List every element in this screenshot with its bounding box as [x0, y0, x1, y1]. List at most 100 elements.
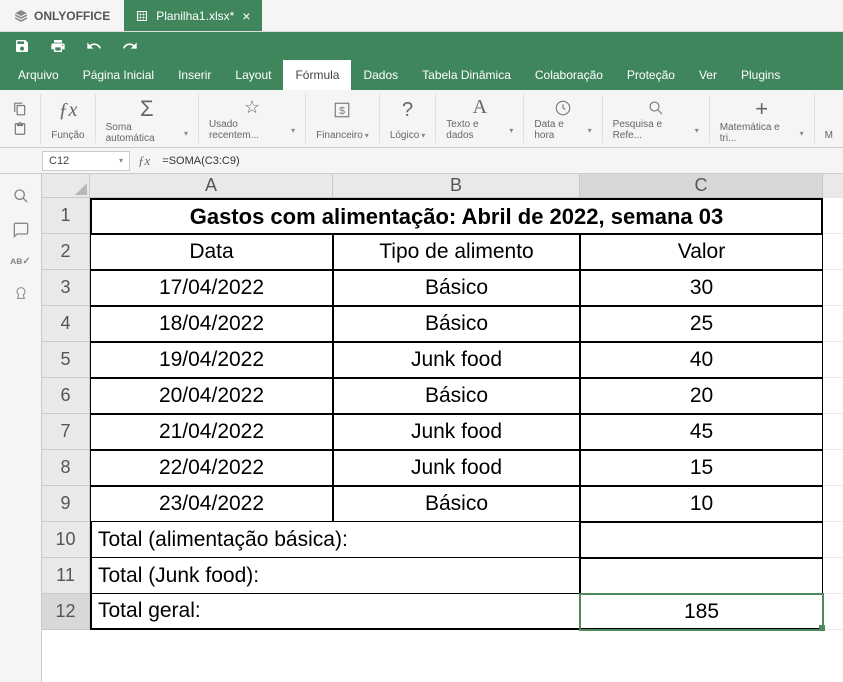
spellcheck-icon[interactable]: ᴀʙ✓: [10, 256, 30, 267]
cell-A7[interactable]: 21/04/2022: [90, 414, 333, 450]
row-header-6[interactable]: 6: [42, 378, 90, 414]
sigma-icon: Σ: [140, 96, 154, 122]
cell-blank[interactable]: [823, 306, 843, 342]
cell-blank[interactable]: [823, 450, 843, 486]
copy-icon[interactable]: [12, 102, 28, 116]
cell-blank[interactable]: [823, 594, 843, 630]
sheet[interactable]: A B C 1 Gastos com alimentação: Abril de…: [42, 174, 843, 682]
close-icon[interactable]: ×: [242, 8, 250, 24]
chevron-down-icon[interactable]: ▾: [119, 156, 123, 165]
cell-A2[interactable]: Data: [90, 234, 333, 270]
cell-blank[interactable]: [823, 486, 843, 522]
cell-B2[interactable]: Tipo de alimento: [333, 234, 580, 270]
cell-C5[interactable]: 40: [580, 342, 823, 378]
row-header-5[interactable]: 5: [42, 342, 90, 378]
cell-C10[interactable]: [580, 522, 823, 558]
menu-plugins[interactable]: Plugins: [729, 60, 792, 90]
cell-C12[interactable]: 185: [580, 594, 823, 630]
ribbon-texto[interactable]: A Texto e dados▾: [436, 94, 524, 143]
cell-B6[interactable]: Básico: [333, 378, 580, 414]
cell-blank[interactable]: [823, 198, 843, 234]
redo-icon[interactable]: [122, 38, 138, 54]
menu-inserir[interactable]: Inserir: [166, 60, 223, 90]
ribbon-logico[interactable]: ? Lógico▾: [380, 94, 436, 143]
row-header-4[interactable]: 4: [42, 306, 90, 342]
menu-tabela-dinamica[interactable]: Tabela Dinâmica: [410, 60, 523, 90]
row-header-7[interactable]: 7: [42, 414, 90, 450]
name-box[interactable]: C12 ▾: [42, 151, 130, 171]
cell-B4[interactable]: Básico: [333, 306, 580, 342]
col-header-B[interactable]: B: [333, 174, 580, 198]
cell-B3[interactable]: Básico: [333, 270, 580, 306]
cell-blank[interactable]: [823, 234, 843, 270]
cell-title[interactable]: Gastos com alimentação: Abril de 2022, s…: [90, 198, 823, 234]
cell-blank[interactable]: [823, 342, 843, 378]
row-header-2[interactable]: 2: [42, 234, 90, 270]
col-header-A[interactable]: A: [90, 174, 333, 198]
comments-icon[interactable]: [13, 222, 29, 238]
cell-A6[interactable]: 20/04/2022: [90, 378, 333, 414]
menu-colaboracao[interactable]: Colaboração: [523, 60, 615, 90]
document-tab[interactable]: Planilha1.xlsx* ×: [124, 0, 262, 31]
menu-formula[interactable]: Fórmula: [283, 60, 351, 90]
print-icon[interactable]: [50, 38, 66, 54]
cell-C9[interactable]: 10: [580, 486, 823, 522]
row-header-9[interactable]: 9: [42, 486, 90, 522]
cell-blank[interactable]: [823, 270, 843, 306]
cell-A4[interactable]: 18/04/2022: [90, 306, 333, 342]
cell-A10[interactable]: Total (alimentação básica):: [90, 522, 580, 558]
search-icon[interactable]: [13, 188, 29, 204]
row-header-3[interactable]: 3: [42, 270, 90, 306]
cell-blank[interactable]: [823, 414, 843, 450]
menu-layout[interactable]: Layout: [223, 60, 283, 90]
cell-C6[interactable]: 20: [580, 378, 823, 414]
feedback-icon[interactable]: [13, 285, 29, 301]
ribbon-recente[interactable]: ☆ Usado recentem...▾: [199, 94, 306, 143]
cell-blank[interactable]: [823, 378, 843, 414]
cell-A8[interactable]: 22/04/2022: [90, 450, 333, 486]
cell-B8[interactable]: Junk food: [333, 450, 580, 486]
row-header-12[interactable]: 12: [42, 594, 90, 630]
cell-C4[interactable]: 25: [580, 306, 823, 342]
cell-A9[interactable]: 23/04/2022: [90, 486, 333, 522]
ribbon-logico-label: Lógico: [390, 130, 419, 141]
save-icon[interactable]: [14, 38, 30, 54]
menu-protecao[interactable]: Proteção: [615, 60, 687, 90]
row-header-1[interactable]: 1: [42, 198, 90, 234]
ribbon-soma[interactable]: Σ Soma automática▾: [96, 94, 199, 143]
ribbon-financeiro[interactable]: $ Financeiro▾: [306, 94, 380, 143]
row-header-10[interactable]: 10: [42, 522, 90, 558]
cell-C11[interactable]: [580, 558, 823, 594]
cell-blank[interactable]: [823, 558, 843, 594]
fx-icon[interactable]: ƒx: [130, 153, 158, 169]
ribbon-matematica[interactable]: + Matemática e tri...▾: [710, 94, 815, 143]
col-header-blank[interactable]: [823, 174, 843, 198]
cell-C8[interactable]: 15: [580, 450, 823, 486]
col-header-C[interactable]: C: [580, 174, 823, 198]
cell-B5[interactable]: Junk food: [333, 342, 580, 378]
cell-blank[interactable]: [823, 522, 843, 558]
row-header-11[interactable]: 11: [42, 558, 90, 594]
menu-ver[interactable]: Ver: [687, 60, 729, 90]
ribbon-data[interactable]: Data e hora▾: [524, 94, 602, 143]
cell-B9[interactable]: Básico: [333, 486, 580, 522]
cell-A11[interactable]: Total (Junk food):: [90, 558, 580, 594]
cell-C2[interactable]: Valor: [580, 234, 823, 270]
cell-A5[interactable]: 19/04/2022: [90, 342, 333, 378]
ribbon-funcao[interactable]: ƒx Função: [41, 94, 95, 143]
ribbon-more[interactable]: M: [815, 94, 843, 143]
cell-C7[interactable]: 45: [580, 414, 823, 450]
select-all-corner[interactable]: [42, 174, 90, 198]
row-header-8[interactable]: 8: [42, 450, 90, 486]
cell-C3[interactable]: 30: [580, 270, 823, 306]
cell-A12[interactable]: Total geral:: [90, 594, 580, 630]
cell-B7[interactable]: Junk food: [333, 414, 580, 450]
menu-dados[interactable]: Dados: [351, 60, 410, 90]
cell-A3[interactable]: 17/04/2022: [90, 270, 333, 306]
undo-icon[interactable]: [86, 38, 102, 54]
ribbon-pesquisa[interactable]: Pesquisa e Refe...▾: [603, 94, 710, 143]
formula-input[interactable]: =SOMA(C3:C9): [158, 151, 843, 171]
menu-arquivo[interactable]: Arquivo: [6, 60, 71, 90]
menu-pagina-inicial[interactable]: Página Inicial: [71, 60, 166, 90]
paste-icon[interactable]: [12, 122, 28, 136]
